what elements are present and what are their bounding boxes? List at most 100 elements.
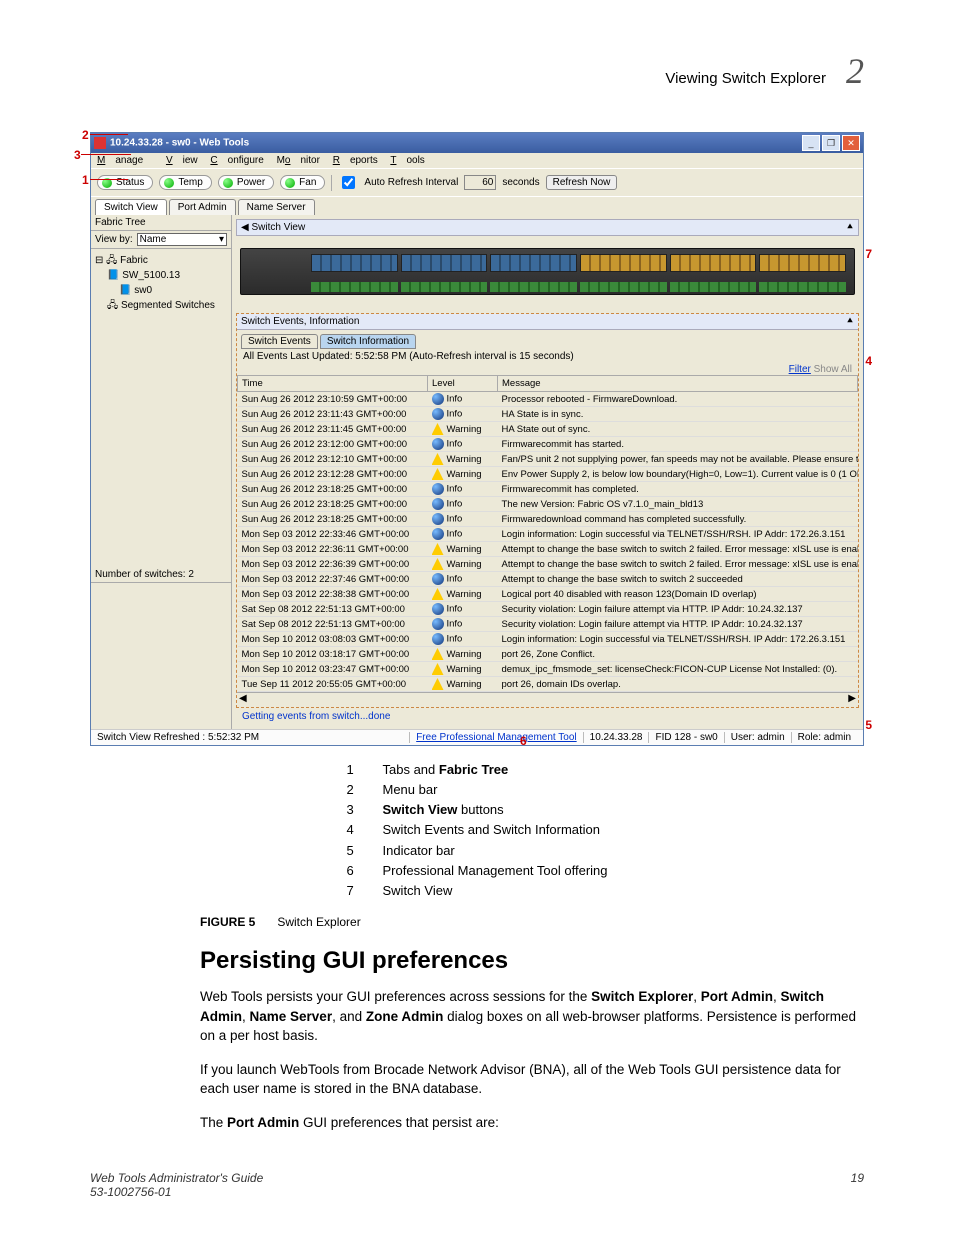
paragraph-2: If you launch WebTools from Brocade Netw…	[200, 1060, 864, 1099]
table-row[interactable]: Sun Aug 26 2012 23:18:25 GMT+00:00InfoFi…	[238, 482, 858, 497]
table-row[interactable]: Sun Aug 26 2012 23:11:45 GMT+00:00Warnin…	[238, 422, 858, 437]
callout-7: 7	[865, 247, 872, 261]
autorefresh-checkbox[interactable]	[342, 176, 355, 189]
power-button[interactable]: Power	[218, 175, 274, 190]
close-icon[interactable]: ✕	[842, 135, 860, 151]
switch-view-toolbar: Status Temp Power Fan Auto Refresh Inter…	[91, 168, 863, 196]
table-row[interactable]: Sun Aug 26 2012 23:10:59 GMT+00:00InfoPr…	[238, 392, 858, 407]
fan-button[interactable]: Fan	[280, 175, 325, 190]
filter-link[interactable]: Filter	[789, 364, 811, 375]
status-text: Getting events from switch...done	[236, 708, 859, 725]
collapse-icon[interactable]: ⯅	[846, 222, 854, 233]
table-row[interactable]: Sun Aug 26 2012 23:18:25 GMT+00:00InfoFi…	[238, 512, 858, 527]
refresh-now-button[interactable]: Refresh Now	[546, 175, 618, 190]
table-row[interactable]: Mon Sep 03 2012 22:36:11 GMT+00:00Warnin…	[238, 542, 858, 557]
callout-3: 3	[74, 148, 81, 162]
callout-4: 4	[865, 354, 872, 368]
menu-monitor[interactable]: Monitor	[277, 155, 320, 166]
table-row[interactable]: Mon Sep 03 2012 22:33:46 GMT+00:00InfoLo…	[238, 527, 858, 542]
switch-graphic[interactable]	[240, 248, 855, 295]
menu-configure[interactable]: Configure	[210, 155, 263, 166]
fid-cell: FID 128 - sw0	[648, 732, 723, 743]
figure-legend: 1Tabs and Fabric Tree 2Menu bar 3Switch …	[347, 760, 608, 901]
tab-switch-view[interactable]: Switch View	[95, 199, 167, 215]
tree-node-sw5100[interactable]: 📘 SW_5100.13	[107, 268, 227, 283]
page-footer: Web Tools Administrator's Guide53-100275…	[90, 1171, 864, 1199]
tab-switch-information[interactable]: Switch Information	[320, 334, 416, 349]
tree-root[interactable]: ⊟ 🖧 Fabric	[95, 253, 227, 268]
autorefresh-value[interactable]: 60	[464, 175, 496, 190]
header-section-title: Viewing Switch Explorer	[665, 70, 826, 87]
table-row[interactable]: Mon Sep 03 2012 22:37:46 GMT+00:00InfoAt…	[238, 572, 858, 587]
events-table: Time Level Message Sun Aug 26 2012 23:10…	[237, 375, 858, 692]
table-row[interactable]: Mon Sep 10 2012 03:08:03 GMT+00:00InfoLo…	[238, 632, 858, 647]
callout-6: 6	[520, 734, 527, 748]
indicator-bar: Switch View Refreshed : 5:52:32 PM Free …	[91, 729, 863, 745]
chevron-down-icon: ▾	[219, 234, 224, 245]
col-time[interactable]: Time	[238, 376, 428, 392]
table-row[interactable]: Mon Sep 03 2012 22:38:38 GMT+00:00Warnin…	[238, 587, 858, 602]
ip-cell: 10.24.33.28	[583, 732, 649, 743]
fabric-tree-panel: Fabric Tree View by: Name▾ ⊟ 🖧 Fabric 📘 …	[91, 215, 232, 729]
callout-2: 2	[82, 128, 89, 142]
section-heading: Persisting GUI preferences	[200, 947, 864, 975]
col-level[interactable]: Level	[428, 376, 498, 392]
menu-manage[interactable]: Manage	[97, 155, 153, 166]
table-row[interactable]: Sat Sep 08 2012 22:51:13 GMT+00:00InfoSe…	[238, 617, 858, 632]
temp-button[interactable]: Temp	[159, 175, 211, 190]
fabric-tree-label: Fabric Tree	[91, 215, 231, 231]
tree-node-sw0[interactable]: 📘 sw0	[119, 283, 227, 298]
paragraph-1: Web Tools persists your GUI preferences …	[200, 987, 864, 1046]
callout-1: 1	[82, 173, 89, 187]
viewby-label: View by:	[95, 234, 133, 245]
switch-view-panel-header: ◀ Switch View ⯅	[236, 219, 859, 236]
app-window: 10.24.33.28 - sw0 - Web Tools _ ❐ ✕ Mana…	[90, 132, 864, 746]
status-button[interactable]: Status	[97, 175, 153, 190]
table-row[interactable]: Sun Aug 26 2012 23:18:25 GMT+00:00InfoTh…	[238, 497, 858, 512]
chapter-number: 2	[846, 50, 864, 92]
tree-node-segmented[interactable]: 🖧 Segmented Switches	[107, 298, 227, 313]
table-row[interactable]: Mon Sep 10 2012 03:18:17 GMT+00:00Warnin…	[238, 647, 858, 662]
fan-led-icon	[285, 178, 295, 188]
fabric-tree: ⊟ 🖧 Fabric 📘 SW_5100.13 📘 sw0 🖧 Segmente…	[91, 249, 231, 317]
figure-5-container: 2 3 1 7 4 5 10.24.33.28 - sw0 - Web Tool…	[90, 132, 864, 746]
autorefresh-label: Auto Refresh Interval	[364, 177, 458, 188]
bottom-refresh-text: Switch View Refreshed : 5:52:32 PM	[97, 732, 259, 743]
table-row[interactable]: Mon Sep 03 2012 22:36:39 GMT+00:00Warnin…	[238, 557, 858, 572]
power-led-icon	[223, 178, 233, 188]
tab-name-server[interactable]: Name Server	[238, 199, 315, 215]
app-icon	[94, 137, 106, 149]
viewby-select[interactable]: Name▾	[137, 233, 227, 246]
switches-count: Number of switches: 2	[91, 567, 231, 583]
tab-switch-events[interactable]: Switch Events	[241, 334, 318, 349]
minimize-icon[interactable]: _	[802, 135, 820, 151]
menu-bar: Manage View Configure Monitor Reports To…	[91, 153, 863, 168]
table-row[interactable]: Sat Sep 08 2012 22:51:13 GMT+00:00InfoSe…	[238, 602, 858, 617]
role-cell: Role: admin	[791, 732, 857, 743]
table-row[interactable]: Sun Aug 26 2012 23:12:28 GMT+00:00Warnin…	[238, 467, 858, 482]
menu-tools[interactable]: Tools	[390, 155, 424, 166]
table-row[interactable]: Tue Sep 11 2012 20:55:05 GMT+00:00Warnin…	[238, 677, 858, 692]
events-section-label: Switch Events, Information	[241, 316, 359, 327]
switch-events-section: Switch Events, Information ⯅ Switch Even…	[236, 313, 859, 708]
autorefresh-unit: seconds	[502, 177, 539, 188]
paragraph-3: The Port Admin GUI preferences that pers…	[200, 1113, 864, 1133]
menu-view[interactable]: View	[166, 155, 198, 166]
menu-reports[interactable]: Reports	[333, 155, 378, 166]
main-tabs: Switch View Port Admin Name Server	[91, 196, 863, 215]
showall-text: Show All	[814, 364, 852, 375]
table-row[interactable]: Sun Aug 26 2012 23:11:43 GMT+00:00InfoHA…	[238, 407, 858, 422]
col-message[interactable]: Message	[498, 376, 858, 392]
table-row[interactable]: Sun Aug 26 2012 23:12:00 GMT+00:00InfoFi…	[238, 437, 858, 452]
tab-port-admin[interactable]: Port Admin	[169, 199, 236, 215]
collapse-icon[interactable]: ⯅	[846, 316, 854, 327]
title-bar: 10.24.33.28 - sw0 - Web Tools _ ❐ ✕	[91, 133, 863, 153]
temp-led-icon	[164, 178, 174, 188]
horizontal-scrollbar[interactable]: ◀▶	[237, 692, 858, 707]
events-meta-text: All Events Last Updated: 5:52:58 PM (Aut…	[237, 349, 858, 364]
table-row[interactable]: Sun Aug 26 2012 23:12:10 GMT+00:00Warnin…	[238, 452, 858, 467]
figure-caption: FIGURE 5Switch Explorer	[200, 915, 864, 929]
table-row[interactable]: Mon Sep 10 2012 03:23:47 GMT+00:00Warnin…	[238, 662, 858, 677]
maximize-icon[interactable]: ❐	[822, 135, 840, 151]
free-pmt-link[interactable]: Free Professional Management Tool	[409, 732, 582, 743]
